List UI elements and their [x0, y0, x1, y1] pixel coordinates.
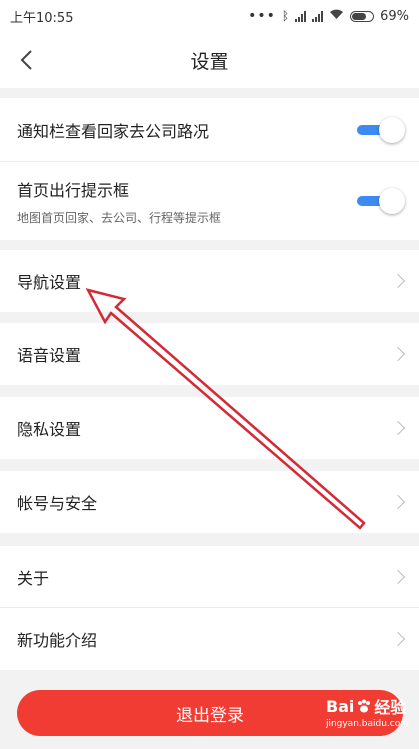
bluetooth-icon: ᛒ — [281, 9, 290, 23]
battery-icon — [350, 10, 375, 22]
menu-item-voice-label: 语音设置 — [17, 346, 82, 365]
menu-item-whats-new-label: 新功能介绍 — [17, 631, 98, 650]
notify-traffic-toggle[interactable] — [355, 116, 405, 144]
status-bar: 上午10:55 ••• ᛒ 69% — [0, 0, 419, 32]
home-trip-prompt-label: 首页出行提示框 — [17, 180, 130, 200]
menu-item-account-label: 帐号与安全 — [17, 494, 98, 513]
logout-button[interactable]: 退出登录 — [17, 690, 403, 736]
chevron-right-icon — [390, 273, 406, 289]
status-time: 上午10:55 — [10, 10, 74, 26]
chevron-left-icon — [20, 50, 32, 70]
chevron-right-icon — [390, 569, 406, 584]
status-icons: ••• ᛒ 69% — [248, 8, 409, 24]
account-settings-group: 帐号与安全 — [0, 471, 419, 533]
signal-icon — [295, 10, 307, 22]
navigation-settings-group: 导航设置 — [0, 250, 419, 312]
chevron-right-icon — [390, 631, 406, 647]
menu-item-privacy-label: 隐私设置 — [17, 420, 82, 439]
menu-item-about[interactable]: 关于 — [0, 546, 419, 608]
back-button[interactable] — [10, 44, 42, 76]
home-trip-prompt-row[interactable]: 首页出行提示框 地图首页回家、去公司、行程等提示框 — [0, 162, 419, 240]
menu-item-navigation-label: 导航设置 — [17, 273, 82, 292]
menu-item-whats-new[interactable]: 新功能介绍 — [0, 608, 419, 670]
voice-settings-group: 语音设置 — [0, 323, 419, 385]
logout-label: 退出登录 — [176, 705, 244, 726]
menu-item-voice[interactable]: 语音设置 — [0, 323, 419, 385]
menu-item-privacy[interactable]: 隐私设置 — [0, 397, 419, 459]
chevron-right-icon — [390, 346, 406, 362]
battery-level — [352, 12, 366, 20]
menu-item-account[interactable]: 帐号与安全 — [0, 471, 419, 533]
privacy-settings-group: 隐私设置 — [0, 397, 419, 459]
home-trip-prompt-sublabel: 地图首页回家、去公司、行程等提示框 — [17, 210, 222, 225]
notify-traffic-label: 通知栏查看回家去公司路况 — [17, 121, 210, 141]
signal-icon-2 — [312, 10, 324, 22]
menu-item-about-label: 关于 — [17, 568, 50, 588]
toggle-settings-group: 通知栏查看回家去公司路况 首页出行提示框 地图首页回家、去公司、行程等提示框 — [0, 98, 419, 240]
notify-traffic-row[interactable]: 通知栏查看回家去公司路况 — [0, 98, 419, 162]
home-trip-prompt-toggle[interactable] — [355, 187, 405, 215]
page-title: 设置 — [190, 50, 229, 73]
chevron-right-icon — [390, 494, 406, 510]
about-group: 关于 新功能介绍 — [0, 546, 419, 670]
menu-item-navigation[interactable]: 导航设置 — [0, 250, 419, 312]
chevron-right-icon — [390, 420, 406, 436]
battery-percent: 69% — [380, 8, 409, 24]
toggle-knob — [379, 188, 405, 214]
toggle-knob — [379, 116, 405, 143]
home-trip-prompt-text: 首页出行提示框 地图首页回家、去公司、行程等提示框 — [17, 177, 221, 226]
more-dots-icon: ••• — [248, 8, 276, 24]
nav-bar: 设置 — [0, 32, 419, 88]
wifi-icon — [329, 8, 344, 24]
